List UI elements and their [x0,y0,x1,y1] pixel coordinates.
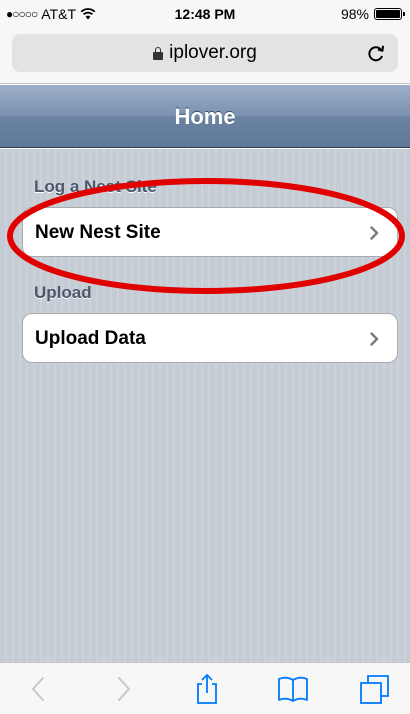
forward-icon[interactable] [106,673,140,705]
share-icon[interactable] [190,673,224,705]
url-field[interactable]: iplover.org [12,34,398,72]
battery-status: 98% [340,6,405,22]
browser-toolbar [0,662,410,714]
lock-icon [153,46,164,60]
battery-percent: 98% [340,6,369,22]
browser-address-bar: iplover.org [0,26,410,84]
bookmarks-icon[interactable] [276,673,310,705]
page-title: Home [174,104,236,129]
battery-icon [374,8,405,20]
upload-data-button[interactable]: Upload Data [22,313,398,363]
reload-icon[interactable] [366,42,386,64]
status-bar: ●○○○○ AT&T 12:48 PM 98% [0,0,410,26]
tabs-icon[interactable] [358,673,392,705]
annotation-circle [7,178,405,294]
list-item-label: Upload Data [35,328,146,349]
chevron-right-icon [370,332,379,346]
url-text: iplover.org [169,42,257,63]
page-header: Home [0,85,410,148]
back-icon[interactable] [22,673,56,705]
